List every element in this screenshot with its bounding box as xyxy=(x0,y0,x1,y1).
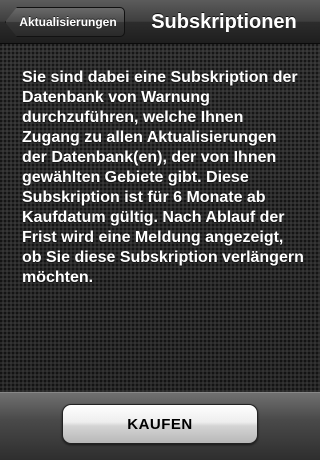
subscriptions-screen: Aktualisierungen Subskriptionen Sie sind… xyxy=(0,0,320,460)
buy-button[interactable]: KAUFEN xyxy=(62,404,258,444)
page-title: Subskriptionen xyxy=(151,10,297,33)
navigation-bar: Aktualisierungen Subskriptionen xyxy=(0,0,320,44)
subscription-info-text: Sie sind dabei eine Subskription der Dat… xyxy=(22,69,304,286)
back-button[interactable]: Aktualisierungen xyxy=(5,7,125,37)
